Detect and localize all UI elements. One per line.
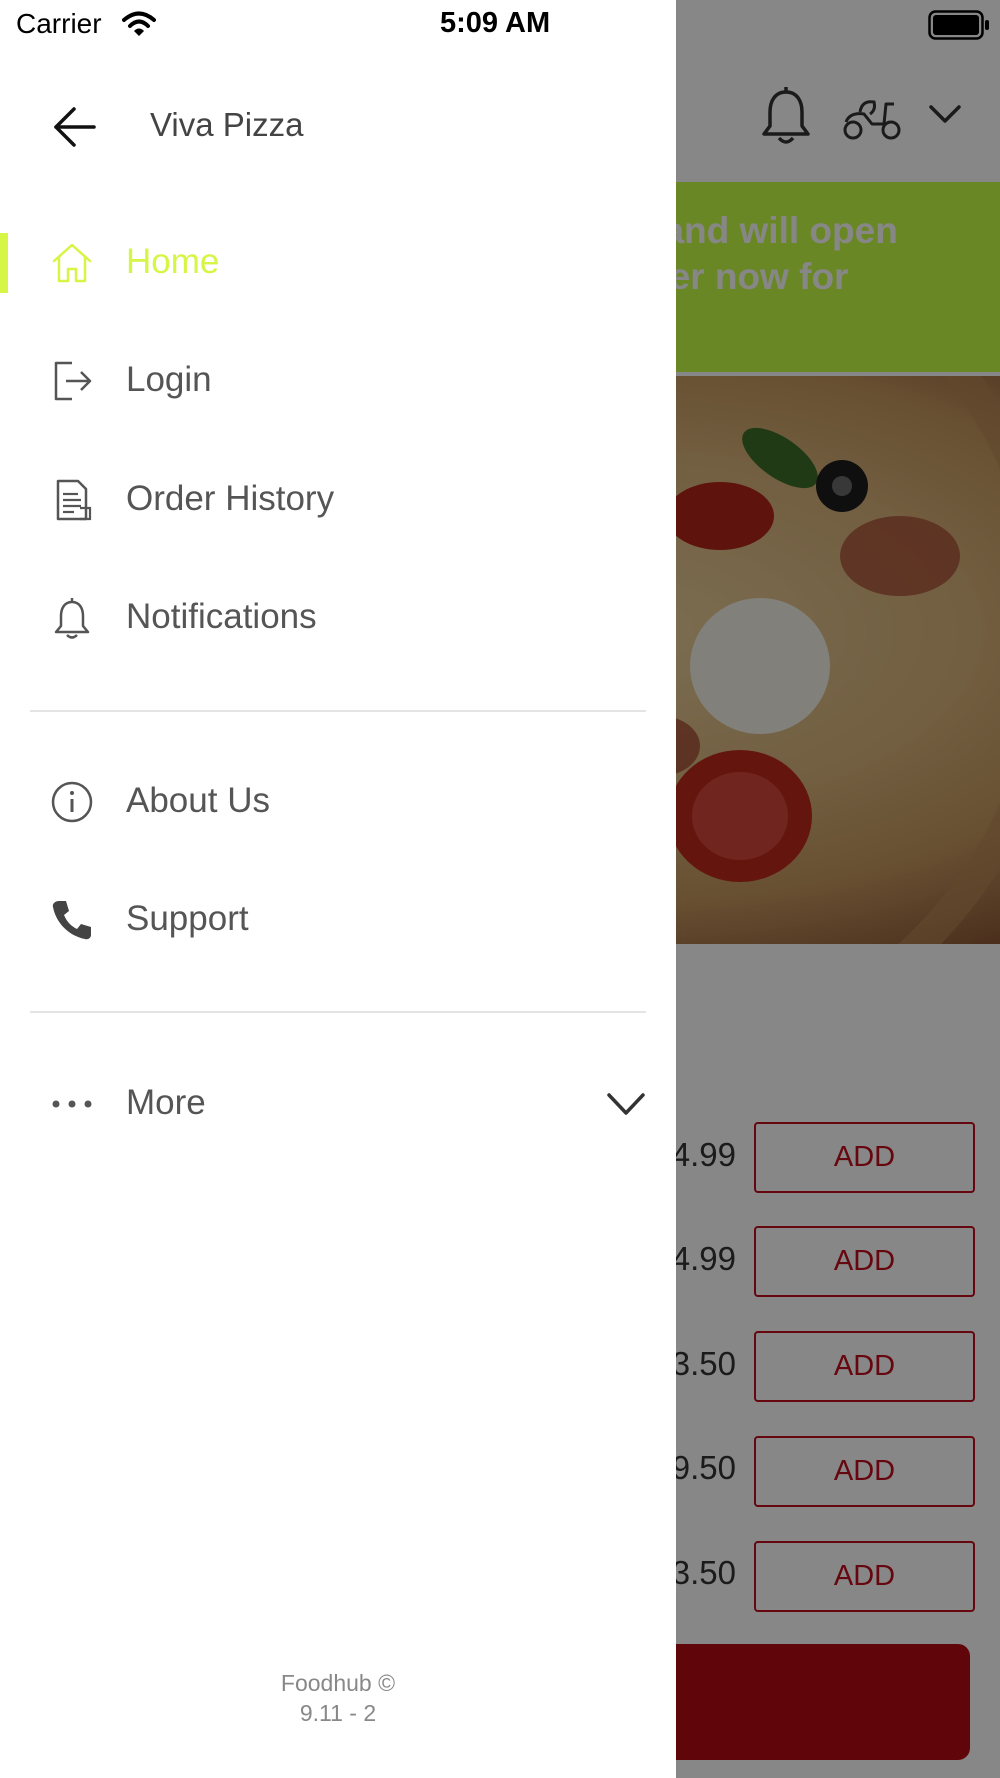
navigation-drawer: Viva Pizza Home Login Order History Noti… bbox=[0, 0, 676, 1778]
bell-icon bbox=[54, 598, 90, 639]
status-bar: Carrier 5:09 AM bbox=[0, 0, 1000, 48]
phone-icon bbox=[52, 901, 91, 940]
more-dots-icon bbox=[52, 1100, 92, 1108]
menu-item-label: More bbox=[126, 1083, 206, 1122]
menu-item-more[interactable]: More bbox=[0, 1054, 676, 1154]
menu-item-support[interactable]: Support bbox=[0, 870, 676, 970]
back-arrow-icon[interactable] bbox=[52, 104, 98, 150]
menu-item-label: Home bbox=[126, 242, 220, 281]
menu-item-label: Order History bbox=[126, 479, 335, 518]
menu-item-label: Login bbox=[126, 360, 212, 399]
menu-divider bbox=[30, 1011, 646, 1013]
menu-item-home[interactable]: Home bbox=[0, 213, 676, 313]
menu-item-about-us[interactable]: About Us bbox=[0, 752, 676, 852]
clock: 5:09 AM bbox=[440, 7, 551, 39]
menu-item-label: Notifications bbox=[126, 597, 317, 636]
wifi-icon bbox=[122, 11, 156, 36]
restaurant-name: Viva Pizza bbox=[150, 106, 304, 143]
login-icon bbox=[54, 361, 92, 401]
menu-item-label: Support bbox=[126, 899, 249, 938]
drawer-header: Viva Pizza bbox=[0, 80, 676, 180]
carrier-label: Carrier bbox=[16, 8, 102, 39]
app-version: 9.11 - 2 bbox=[299, 1700, 377, 1726]
menu-item-login[interactable]: Login bbox=[0, 331, 676, 431]
menu-item-order-history[interactable]: Order History bbox=[0, 450, 676, 550]
home-icon bbox=[52, 243, 92, 283]
battery-icon bbox=[928, 10, 989, 40]
footer-brand: Foodhub © bbox=[280, 1670, 396, 1696]
info-icon bbox=[51, 781, 93, 823]
order-history-icon bbox=[56, 479, 92, 521]
chevron-down-icon[interactable] bbox=[606, 1090, 646, 1118]
menu-item-label: About Us bbox=[126, 781, 270, 820]
menu-divider bbox=[30, 710, 646, 712]
menu-item-notifications[interactable]: Notifications bbox=[0, 568, 676, 668]
